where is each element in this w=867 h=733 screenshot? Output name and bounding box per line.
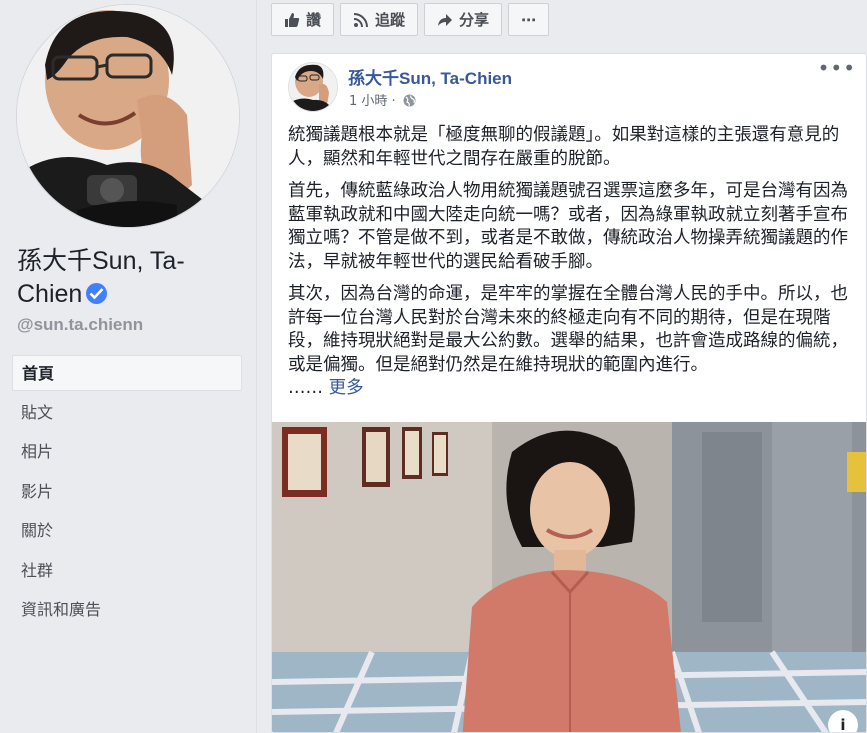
ellipsis: …… — [288, 378, 323, 398]
post-paragraph: 統獨議題根本就是「極度無聊的假議題」。如果對這樣的主張還有意見的人，顯然和年輕世… — [288, 125, 840, 169]
verified-icon — [86, 283, 108, 304]
page-action-bar: 讚 追蹤 分享 ⋯ — [271, 3, 550, 36]
share-icon — [438, 13, 453, 26]
post-text: 統獨議題根本就是「極度無聊的假議題」。如果對這樣的主張還有意見的人，顯然和年輕世… — [288, 124, 858, 410]
post-paragraph: 首先，傳統藍綠政治人物用統獨議題號召選票這麼多年，可是台灣有因為藍軍執政就和中國… — [288, 181, 848, 272]
like-button[interactable]: 讚 — [271, 3, 335, 36]
nav-item-home[interactable]: 首頁 — [12, 355, 242, 391]
follow-icon — [353, 12, 369, 27]
nav-item-videos[interactable]: 影片 — [12, 474, 242, 510]
page-handle[interactable]: @sun.ta.chienn — [17, 315, 143, 335]
follow-button[interactable]: 追蹤 — [340, 3, 419, 36]
author-avatar[interactable] — [288, 62, 338, 112]
post-paragraph-text: 其次，因為台灣的命運，是牢牢的掌握在全體台灣人民的手中。所以，也許每一位台灣人民… — [288, 284, 848, 375]
nav-item-posts[interactable]: 貼文 — [12, 395, 242, 431]
like-label: 讚 — [306, 11, 322, 29]
post-card: 孫大千Sun, Ta-Chien 1 小時 · ••• 統獨議題根本就是「極度無… — [271, 53, 867, 733]
main-column: 讚 追蹤 分享 ⋯ 孫大千Sun, Ta-Chien 1 小時 · ••• 統獨… — [257, 0, 867, 733]
profile-picture[interactable] — [16, 4, 240, 228]
like-icon — [285, 12, 300, 27]
left-sidebar: 孫大千Sun, Ta-Chien @sun.ta.chienn 首頁 貼文 相片… — [0, 0, 257, 733]
share-button[interactable]: 分享 — [424, 3, 503, 36]
more-actions-icon: ⋯ — [521, 10, 537, 29]
page-nav: 首頁 貼文 相片 影片 關於 社群 資訊和廣告 — [12, 355, 242, 632]
more-actions-button[interactable]: ⋯ — [508, 3, 550, 36]
post-options-icon[interactable]: ••• — [818, 58, 856, 78]
post-timestamp[interactable]: 1 小時 · — [349, 94, 396, 109]
see-more-link[interactable]: 更多 — [329, 378, 364, 398]
nav-item-info-ads[interactable]: 資訊和廣告 — [12, 592, 242, 628]
share-label: 分享 — [459, 11, 490, 29]
post-meta: 1 小時 · — [349, 90, 416, 109]
post-paragraph: 其次，因為台灣的命運，是牢牢的掌握在全體台灣人民的手中。所以，也許每一位台灣人民… — [288, 283, 858, 401]
post-photo[interactable]: i — [272, 422, 866, 732]
post-author-name[interactable]: 孫大千Sun, Ta-Chien — [348, 64, 512, 89]
follow-label: 追蹤 — [375, 11, 406, 29]
nav-item-community[interactable]: 社群 — [12, 553, 242, 589]
nav-item-photos[interactable]: 相片 — [12, 434, 242, 470]
globe-icon — [403, 94, 416, 107]
photo-info-icon[interactable]: i — [828, 710, 858, 732]
nav-item-about[interactable]: 關於 — [12, 513, 242, 549]
page-name[interactable]: 孫大千Sun, Ta-Chien — [17, 245, 242, 311]
